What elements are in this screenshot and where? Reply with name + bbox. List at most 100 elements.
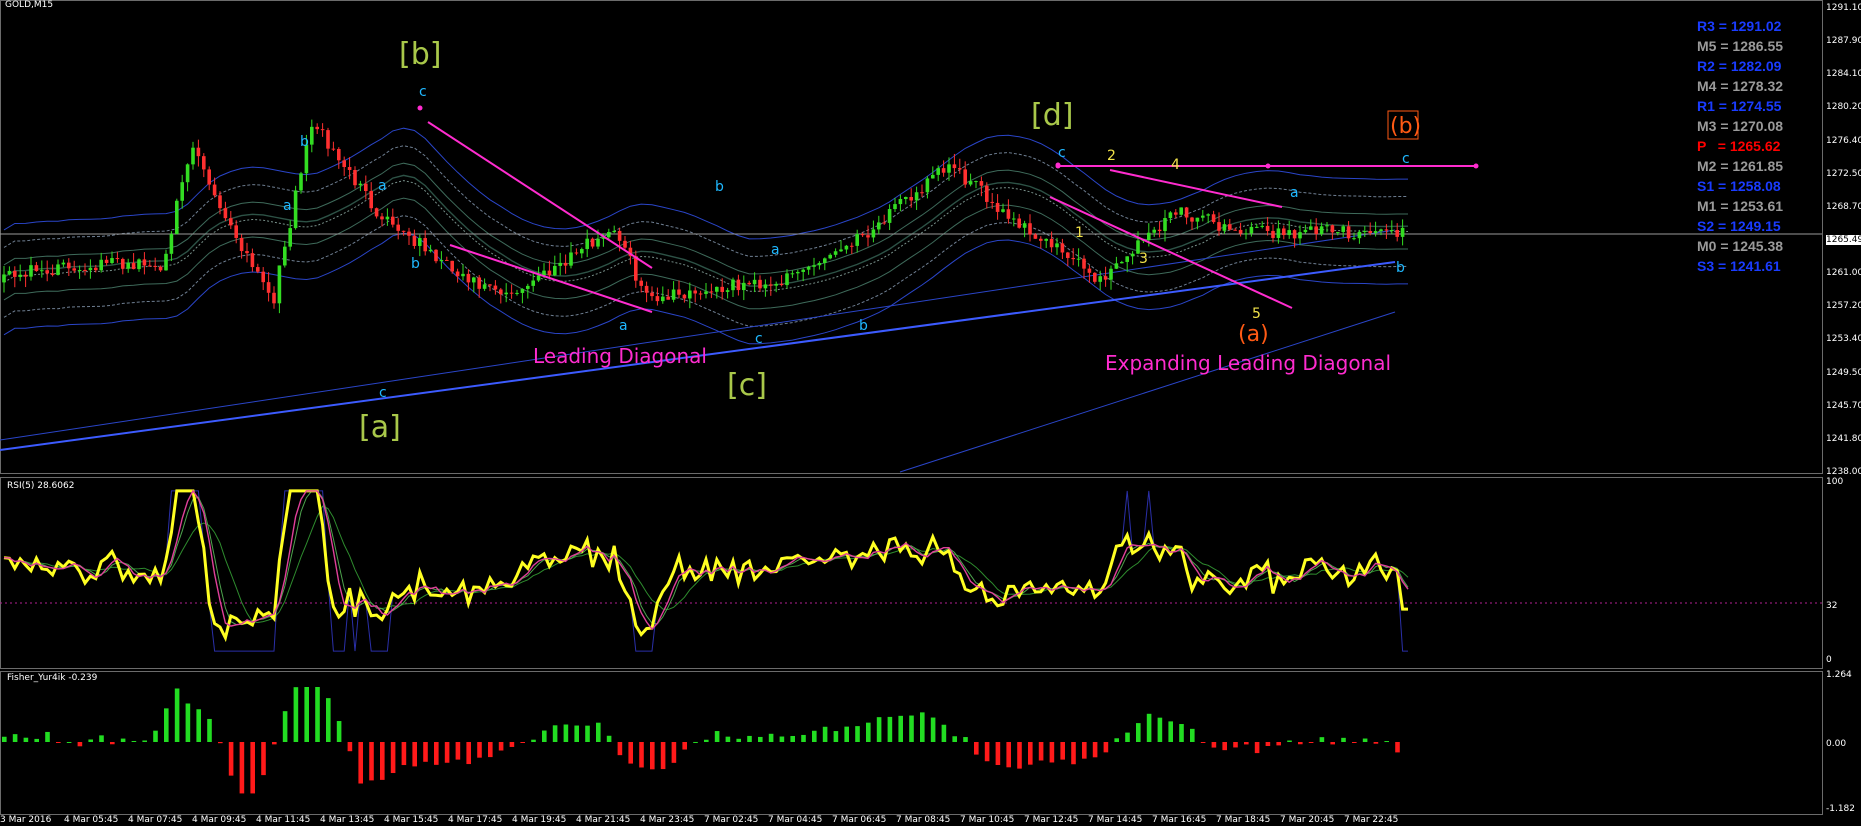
fisher-axis-label: -1.182 — [1826, 804, 1855, 814]
chart-window[interactable]: c b a a b c a b a c b c a c b 2 4 1 3 5 100 32 0 1.264 0.00 -1.1… — [0, 0, 1861, 826]
candle-body — [563, 262, 568, 266]
wave-label-c: [c] — [727, 368, 767, 403]
fisher-bar — [488, 742, 493, 758]
fisher-bar — [1190, 728, 1195, 742]
rsi-panel-frame — [0, 477, 1823, 669]
price-tick-label: 1291.10 — [1826, 3, 1861, 13]
candle-body — [104, 259, 109, 263]
candle-body — [347, 167, 352, 170]
candle-body — [364, 183, 368, 192]
candle-body — [1373, 231, 1378, 234]
candle-body — [434, 249, 438, 262]
candle-body — [1028, 223, 1032, 235]
candle-body — [898, 198, 903, 205]
candle-body — [1098, 276, 1102, 282]
candle-body — [374, 208, 379, 217]
candle-body — [342, 160, 346, 168]
fisher-bar — [185, 703, 191, 742]
fisher-bar — [1082, 742, 1087, 759]
pivot-label: M0 = 1245.38 — [1697, 238, 1784, 254]
candle-body — [650, 292, 654, 297]
candle-body — [596, 238, 600, 247]
pivot-label: M5 = 1286.55 — [1697, 38, 1784, 54]
candle-body — [331, 148, 336, 150]
rsi-title: RSI(5) 28.6062 — [7, 481, 74, 491]
price-tick-label: 1249.50 — [1826, 367, 1861, 378]
candle-body — [1357, 231, 1362, 239]
fisher-bar — [336, 721, 342, 742]
wave-sublabel: a — [771, 242, 780, 258]
candle-body — [1174, 212, 1178, 215]
fisher-bar — [1276, 742, 1281, 746]
fisher-bar — [596, 722, 601, 742]
candle-body — [234, 225, 238, 238]
fisher-bar — [1146, 713, 1152, 742]
candle-body — [806, 266, 811, 270]
time-tick-label: 4 Mar 19:45 — [512, 815, 567, 825]
candle-body — [509, 292, 514, 294]
candle-body — [1309, 226, 1313, 230]
pivot-levels: R3 = 1291.02 M5 = 1286.55 R2 = 1282.09 M4 =… — [1697, 16, 1783, 276]
fisher-bar — [995, 742, 1001, 765]
fisher-bar — [1092, 742, 1098, 758]
wave-sublabel: 5 — [1252, 306, 1261, 322]
candle-body — [1044, 238, 1048, 241]
fisher-bar — [704, 739, 709, 742]
candle-body — [531, 280, 535, 286]
candle-body — [520, 288, 525, 293]
price-tick-label: 1245.70 — [1826, 400, 1861, 411]
fisher-bar — [498, 742, 504, 751]
candle-body — [715, 286, 719, 292]
candle-body — [1249, 226, 1254, 234]
candle-body — [1152, 229, 1156, 233]
fisher-bar — [1244, 742, 1249, 745]
candle-body — [515, 292, 519, 294]
candle-body — [855, 233, 859, 246]
candle-body — [229, 218, 233, 226]
time-tick-label: 4 Mar 13:45 — [320, 815, 375, 825]
candle-body — [29, 265, 33, 277]
fisher-bar — [218, 742, 223, 744]
pivot-label: M4 = 1278.32 — [1697, 78, 1784, 94]
candle-body — [385, 216, 390, 220]
price-tick-label: 1265.49 — [1826, 235, 1861, 245]
candle-body — [7, 270, 12, 275]
wave-sublabel: b — [715, 179, 724, 195]
candle-body — [1114, 263, 1119, 269]
candle-body — [423, 238, 427, 252]
fisher-bar — [1298, 742, 1303, 745]
candle-body — [428, 249, 433, 252]
time-tick-label: 4 Mar 23:45 — [640, 815, 695, 825]
fisher-bar — [552, 725, 558, 742]
candle-body — [493, 285, 498, 290]
fisher-bar — [315, 687, 320, 742]
fisher-bar — [758, 736, 763, 742]
wave-sublabel: 3 — [1139, 251, 1148, 267]
candle-body — [1217, 222, 1221, 231]
candle-body — [1157, 229, 1162, 232]
candle-body — [1282, 228, 1286, 236]
pivot-label: M1 = 1253.61 — [1697, 198, 1784, 214]
fisher-bar — [142, 740, 147, 742]
candle-body — [1265, 225, 1270, 231]
candle-body — [180, 182, 184, 201]
candle-body — [1244, 233, 1248, 235]
rsi-axis-label: 100 — [1826, 477, 1843, 487]
candle-body — [88, 267, 93, 271]
candle-body — [482, 284, 487, 289]
rsi-series — [0, 489, 1822, 652]
candle-body — [1001, 209, 1005, 212]
fisher-bar — [650, 742, 655, 770]
pivot-label: P = 1265.62 — [1697, 138, 1781, 154]
candle-body — [1352, 238, 1356, 240]
candle-body — [169, 233, 174, 254]
fisher-bar — [1308, 742, 1314, 743]
candle-body — [1238, 229, 1243, 234]
candle-body — [239, 237, 244, 252]
fisher-bar — [12, 734, 18, 742]
rsi-axis-label: 32 — [1826, 601, 1837, 611]
candle-body — [893, 204, 897, 210]
fisher-bar — [790, 735, 795, 742]
fisher-bar — [1179, 724, 1184, 742]
candle-body — [445, 259, 449, 261]
